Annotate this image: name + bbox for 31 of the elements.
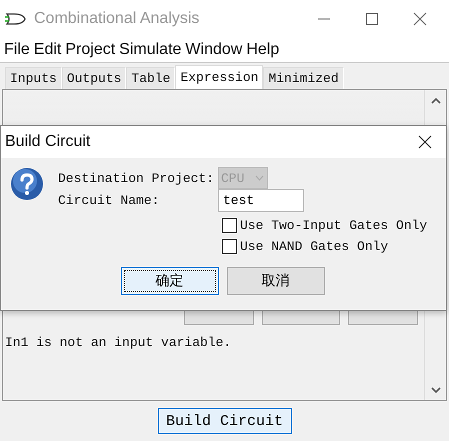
option-label: Use NAND Gates Only	[240, 239, 388, 254]
field-label: Destination Project:	[58, 170, 216, 186]
tab[interactable]: Table	[126, 67, 176, 89]
checkbox[interactable]	[222, 239, 237, 254]
close-icon[interactable]	[418, 135, 432, 149]
question-icon	[10, 167, 44, 201]
caret-icon	[255, 175, 264, 181]
dialog-title: Build Circuit	[4, 133, 90, 151]
tab[interactable]: Minimized	[263, 67, 344, 89]
menu-item[interactable]: Project	[65, 40, 116, 58]
field-label: Circuit Name:	[58, 193, 160, 208]
menu-item[interactable]: Window	[185, 40, 242, 58]
scroll-down-icon[interactable]	[430, 386, 440, 394]
dialog-button[interactable]: 确定	[120, 267, 218, 295]
menu-item[interactable]: Edit	[34, 40, 62, 58]
menu-item[interactable]: File	[4, 40, 30, 58]
tab[interactable]: Outputs	[62, 67, 126, 89]
dialog-button[interactable]: 取消	[226, 267, 324, 295]
menu-item[interactable]: Help	[246, 40, 280, 58]
gate-icon	[5, 10, 27, 26]
checkbox[interactable]	[222, 218, 237, 233]
maximize-icon[interactable]	[365, 12, 379, 26]
error-message: In1 is not an input variable.	[4, 335, 232, 350]
tab[interactable]: Inputs	[5, 67, 62, 89]
option-label: Use Two-Input Gates Only	[240, 218, 428, 233]
circuit-name-field[interactable]: test	[218, 189, 304, 212]
build-circuit-button[interactable]: Build Circuit	[158, 408, 292, 434]
menu-item[interactable]: Simulate	[119, 40, 182, 58]
tab[interactable]: Expression	[175, 65, 264, 89]
window-title: Combinational Analysis	[34, 10, 200, 28]
scroll-up-icon[interactable]	[430, 96, 440, 104]
